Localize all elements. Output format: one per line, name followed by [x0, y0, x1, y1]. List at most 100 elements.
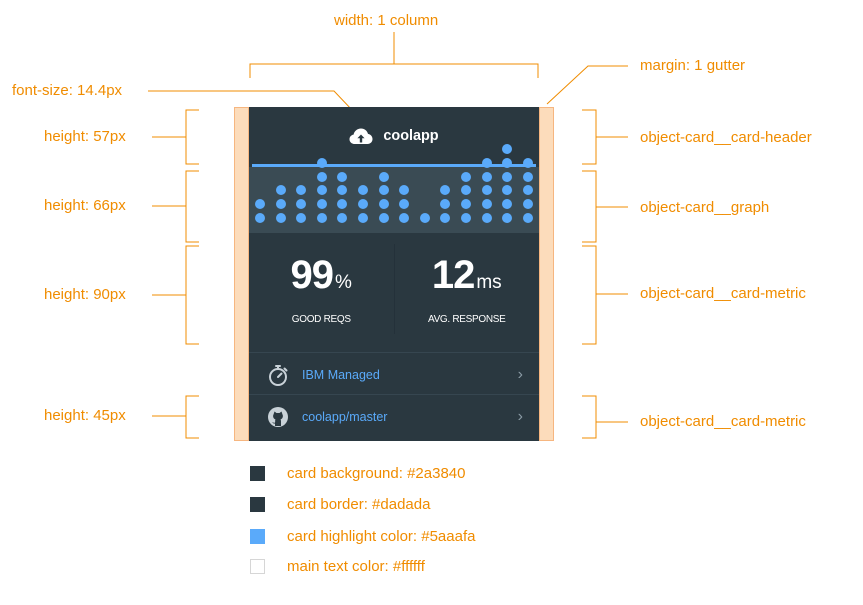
graph-dot — [502, 199, 513, 210]
annotation-graph-class: object-card__graph — [640, 199, 770, 216]
graph-dot — [296, 199, 307, 210]
legend-item: card highlight color: #5aaafa — [250, 528, 475, 545]
color-swatch — [250, 529, 265, 544]
graph-dot — [255, 213, 265, 223]
metric-label: GOOD REQS — [291, 313, 351, 325]
graph-dot — [522, 199, 533, 210]
legend-item: card border: #dadada — [250, 496, 430, 513]
graph-dot — [461, 199, 471, 210]
graph-dot — [316, 199, 327, 210]
cloud-upload-icon — [349, 128, 373, 144]
graph-dot — [337, 185, 348, 196]
metric-row: 99% GOOD REQS 12 ms AVG. RESPONSE — [249, 244, 539, 334]
link-class-bracket — [582, 395, 628, 439]
graph-dot — [399, 199, 410, 210]
legend-label: card border: #dadada — [287, 496, 431, 513]
graph-dot — [378, 199, 389, 210]
color-swatch — [250, 559, 265, 574]
graph-dot — [296, 213, 307, 223]
height-graph-bracket — [152, 170, 199, 243]
height-link-bracket — [152, 395, 199, 439]
link-label: coolapp/master — [302, 410, 388, 424]
metric-class-bracket — [582, 245, 628, 345]
legend-item: main text color: #ffffff — [250, 558, 425, 575]
graph-dot — [502, 171, 513, 182]
metric-value: 12 — [431, 252, 475, 297]
annotation-height-header: height: 57px — [44, 128, 126, 145]
color-swatch — [250, 497, 265, 512]
graph-dot — [358, 213, 368, 223]
graph-dot — [481, 171, 492, 182]
graph-dot — [522, 157, 533, 168]
card-header: coolapp — [249, 107, 539, 164]
header-class-bracket — [582, 109, 628, 165]
height-header-bracket — [152, 109, 199, 165]
graph-dot — [275, 185, 286, 196]
graph-dot — [419, 213, 430, 223]
annotation-height-metric: height: 90px — [44, 286, 126, 303]
legend-item: card background: #2a3840 — [250, 465, 465, 482]
color-swatch — [250, 466, 265, 481]
link-row-coolapp-master[interactable]: coolapp/master › — [249, 394, 539, 439]
right-gutter — [539, 107, 554, 441]
graph-dot — [358, 199, 368, 210]
graph-dot — [275, 199, 286, 210]
margin-leader — [546, 65, 628, 105]
graph-dot — [461, 185, 471, 196]
graph-dot — [461, 171, 471, 182]
left-gutter — [234, 107, 249, 441]
graph-dot — [502, 157, 513, 168]
app-name: coolapp — [383, 127, 439, 144]
annotation-height-link: height: 45px — [44, 407, 126, 424]
chevron-right-icon: › — [517, 408, 523, 425]
graph-dot — [316, 185, 327, 196]
graph-dot — [255, 199, 265, 210]
graph-dot — [316, 213, 327, 223]
graph-dot — [502, 185, 513, 196]
metric-label: AVG. RESPONSE — [427, 313, 506, 325]
graph-dot — [337, 199, 348, 210]
metric-unit: ms — [476, 271, 502, 293]
graph-dot — [522, 171, 533, 182]
graph-dot — [337, 213, 348, 223]
graph-dot — [502, 213, 513, 223]
width-bracket — [249, 63, 539, 78]
metric-good-reqs: 99% GOOD REQS — [249, 244, 394, 334]
card-graph — [249, 144, 539, 233]
metric-value: 99 — [290, 252, 334, 297]
annotation-header-class: object-card__card-header — [640, 129, 812, 146]
legend-label: main text color: #ffffff — [287, 558, 425, 575]
link-row-ibm-managed[interactable]: IBM Managed › — [249, 352, 539, 397]
annotation-link-class: object-card__card-metric — [640, 413, 806, 430]
graph-dot — [399, 213, 410, 223]
graph-class-bracket — [582, 170, 628, 243]
graph-dot — [461, 213, 471, 223]
graph-dot — [481, 199, 492, 210]
chevron-right-icon: › — [517, 366, 523, 383]
graph-dot — [358, 185, 368, 196]
graph-dot — [440, 199, 451, 210]
legend-label: card highlight color: #5aaafa — [287, 528, 476, 545]
graph-dot — [337, 171, 348, 182]
metric-unit: % — [335, 271, 352, 293]
graph-dot — [440, 185, 451, 196]
graph-dot — [481, 213, 492, 223]
stopwatch-icon — [269, 365, 288, 386]
graph-dot — [378, 185, 389, 196]
metric-avg-response: 12 ms AVG. RESPONSE — [393, 244, 540, 334]
graph-dot — [378, 213, 389, 223]
object-card[interactable]: coolapp 99% GOOD REQS 12 ms AVG. RESPONSE… — [249, 107, 539, 441]
github-icon — [268, 407, 288, 427]
graph-dot — [378, 171, 389, 182]
graph-dot — [440, 213, 451, 223]
annotation-font-size: font-size: 14.4px — [12, 82, 123, 99]
annotation-height-graph: height: 66px — [44, 197, 126, 214]
annotation-margin: margin: 1 gutter — [640, 57, 746, 74]
graph-dot — [481, 157, 492, 168]
link-label: IBM Managed — [302, 368, 380, 382]
graph-dot — [275, 213, 286, 223]
legend-label: card background: #2a3840 — [287, 465, 466, 482]
graph-dot — [481, 185, 492, 196]
height-metric-bracket — [152, 245, 199, 345]
graph-dot — [316, 171, 327, 182]
